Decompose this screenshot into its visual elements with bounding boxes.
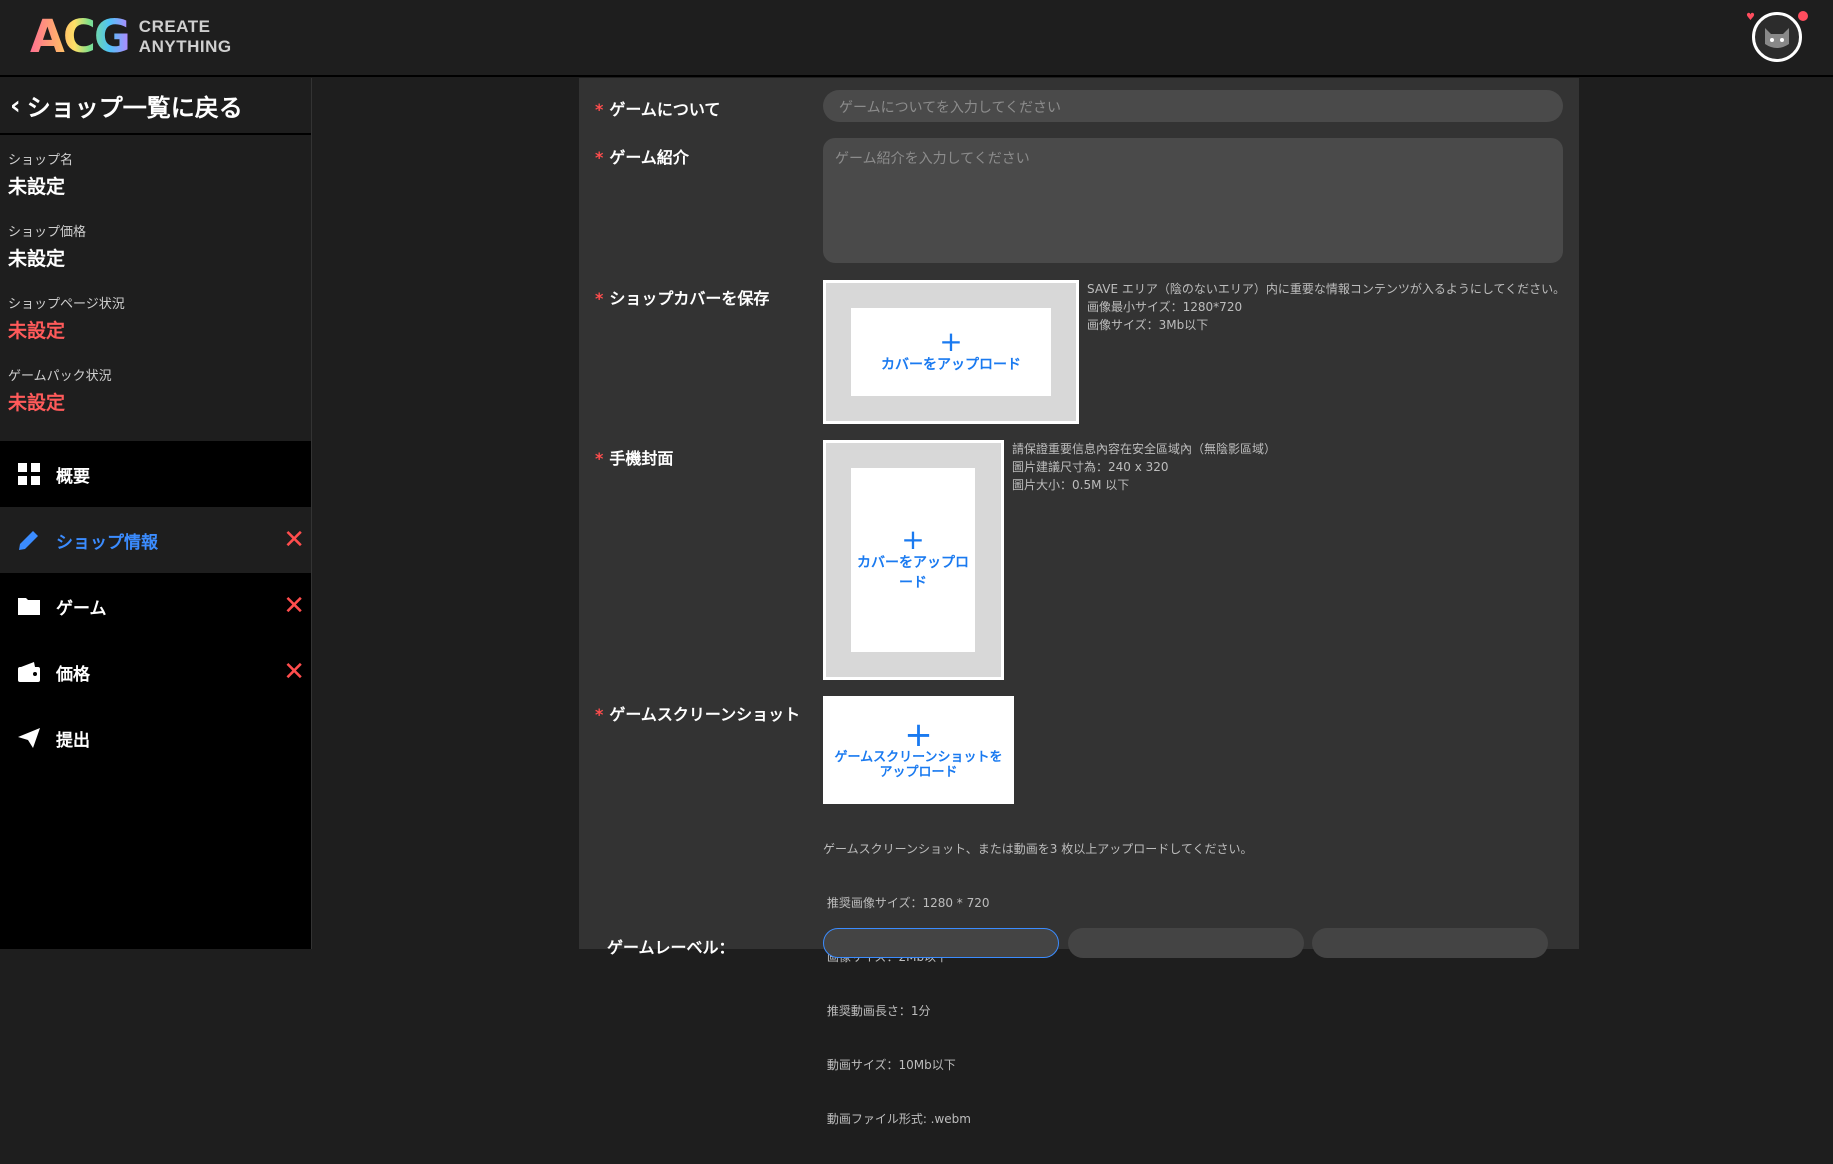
cover-upload[interactable]: + カバーをアップロード xyxy=(823,280,1079,424)
about-input[interactable]: ゲームについてを入力してください xyxy=(823,90,1563,122)
logo-line-1: CREATE xyxy=(138,16,211,36)
status-label: ショップページ状況 xyxy=(8,297,125,312)
dashboard-icon xyxy=(16,461,42,487)
status-value: 未設定 xyxy=(8,176,66,198)
logo-line-2: ANYTHING xyxy=(138,36,232,56)
mobile-cover-upload[interactable]: + カバーをアップロード xyxy=(823,440,1004,680)
cover-upload-button[interactable]: + カバーをアップロード xyxy=(851,308,1051,396)
sidebar-item-label: 提出 xyxy=(56,730,90,751)
user-avatar[interactable] xyxy=(1752,12,1802,62)
plus-icon: + xyxy=(901,523,925,556)
back-to-shops-button[interactable]: ‹ ショップ一覧に戻る xyxy=(0,78,311,135)
logo-mark: ACG xyxy=(30,10,131,63)
mobile-cover-label: * 手機封面 xyxy=(595,449,674,468)
heart-icon: ♥ xyxy=(1746,12,1755,23)
send-icon xyxy=(16,725,42,751)
screenshots-label: * ゲームスクリーンショット xyxy=(595,705,801,724)
sidebar-item-overview[interactable]: 概要 xyxy=(0,441,311,507)
folder-icon xyxy=(16,593,42,619)
status-value: 未設定 xyxy=(8,392,66,414)
shop-info-form: * ゲームについて ゲームについてを入力してください * ゲーム紹介 ゲーム紹介を入… xyxy=(579,78,1579,1126)
level-option[interactable] xyxy=(1312,928,1548,958)
mobile-cover-upload-label: カバーをアップロード xyxy=(857,555,969,591)
sidebar: ‹ ショップ一覧に戻る ショップ名 未設定 ショップ価格 未設定 ショップページ… xyxy=(0,78,312,949)
level-option[interactable] xyxy=(1068,928,1304,958)
screenshot-hints: ゲームスクリーンショット、または動画を3 枚以上アップロードしてください。 推奨… xyxy=(823,842,1253,1126)
mobile-cover-hints: 請保證重要信息內容在安全區域內（無陰影區域） 圖片建議尺寸為：240 x 320… xyxy=(1012,442,1277,492)
status-game-pack: ゲームパック状況 未設定 xyxy=(8,365,303,415)
status-shop-page: ショップページ状況 未設定 xyxy=(8,293,303,343)
sidebar-item-submit[interactable]: 提出 xyxy=(0,705,311,771)
chevron-left-icon: ‹ xyxy=(10,90,21,121)
status-label: ショップ名 xyxy=(8,153,74,168)
sidebar-item-label: 概要 xyxy=(56,466,90,487)
cover-upload-label: カバーをアップロード xyxy=(881,357,1021,373)
top-bar: ACG CREATE ANYTHING ♥ xyxy=(0,0,1833,77)
plus-icon: + xyxy=(939,325,963,358)
wallet-icon xyxy=(16,659,42,685)
status-value: 未設定 xyxy=(8,320,66,342)
status-shop-price: ショップ価格 未設定 xyxy=(8,221,303,271)
sidebar-item-label: ショップ情報 xyxy=(56,532,158,553)
cat-avatar-icon xyxy=(1765,28,1789,48)
sidebar-item-price[interactable]: 価格 ✕ xyxy=(0,639,311,705)
notification-dot xyxy=(1798,11,1808,21)
mobile-cover-upload-button[interactable]: + カバーをアップロード xyxy=(851,468,975,652)
screenshot-upload-button[interactable]: + ゲームスクリーンショットを アップロード xyxy=(823,696,1014,804)
about-label: * ゲームについて xyxy=(595,100,721,119)
intro-textarea[interactable]: ゲーム紹介を入力してください xyxy=(823,138,1563,263)
level-option[interactable] xyxy=(823,928,1059,958)
pencil-icon xyxy=(16,527,42,553)
status-shop-name: ショップ名 未設定 xyxy=(8,149,303,199)
status-label: ゲームパック状況 xyxy=(8,369,112,384)
back-label: ショップ一覧に戻る xyxy=(26,94,243,122)
error-close-icon: ✕ xyxy=(283,657,305,687)
level-label: ゲームレーベル： xyxy=(607,938,735,957)
status-value: 未設定 xyxy=(8,248,66,270)
sidebar-item-shop-info[interactable]: ショップ情報 ✕ xyxy=(0,507,311,573)
sidebar-item-label: ゲーム xyxy=(56,598,107,619)
sidebar-item-game[interactable]: ゲーム ✕ xyxy=(0,573,311,639)
error-close-icon: ✕ xyxy=(283,525,305,555)
intro-label: * ゲーム紹介 xyxy=(595,148,689,167)
plus-icon: + xyxy=(904,715,933,755)
sidebar-item-label: 価格 xyxy=(56,664,90,685)
status-label: ショップ価格 xyxy=(8,225,87,240)
cover-label: * ショップカバーを保存 xyxy=(595,289,770,308)
logo-text: CREATE ANYTHING xyxy=(139,17,232,57)
error-close-icon: ✕ xyxy=(283,591,305,621)
cover-hints: SAVE エリア（陰のないエリア）内に重要な情報コンテンツが入るようにしてくださ… xyxy=(1087,282,1566,332)
brand-logo[interactable]: ACG CREATE ANYTHING xyxy=(30,14,232,59)
shop-status-panel: ショップ名 未設定 ショップ価格 未設定 ショップページ状況 未設定 ゲームパッ… xyxy=(0,135,311,441)
